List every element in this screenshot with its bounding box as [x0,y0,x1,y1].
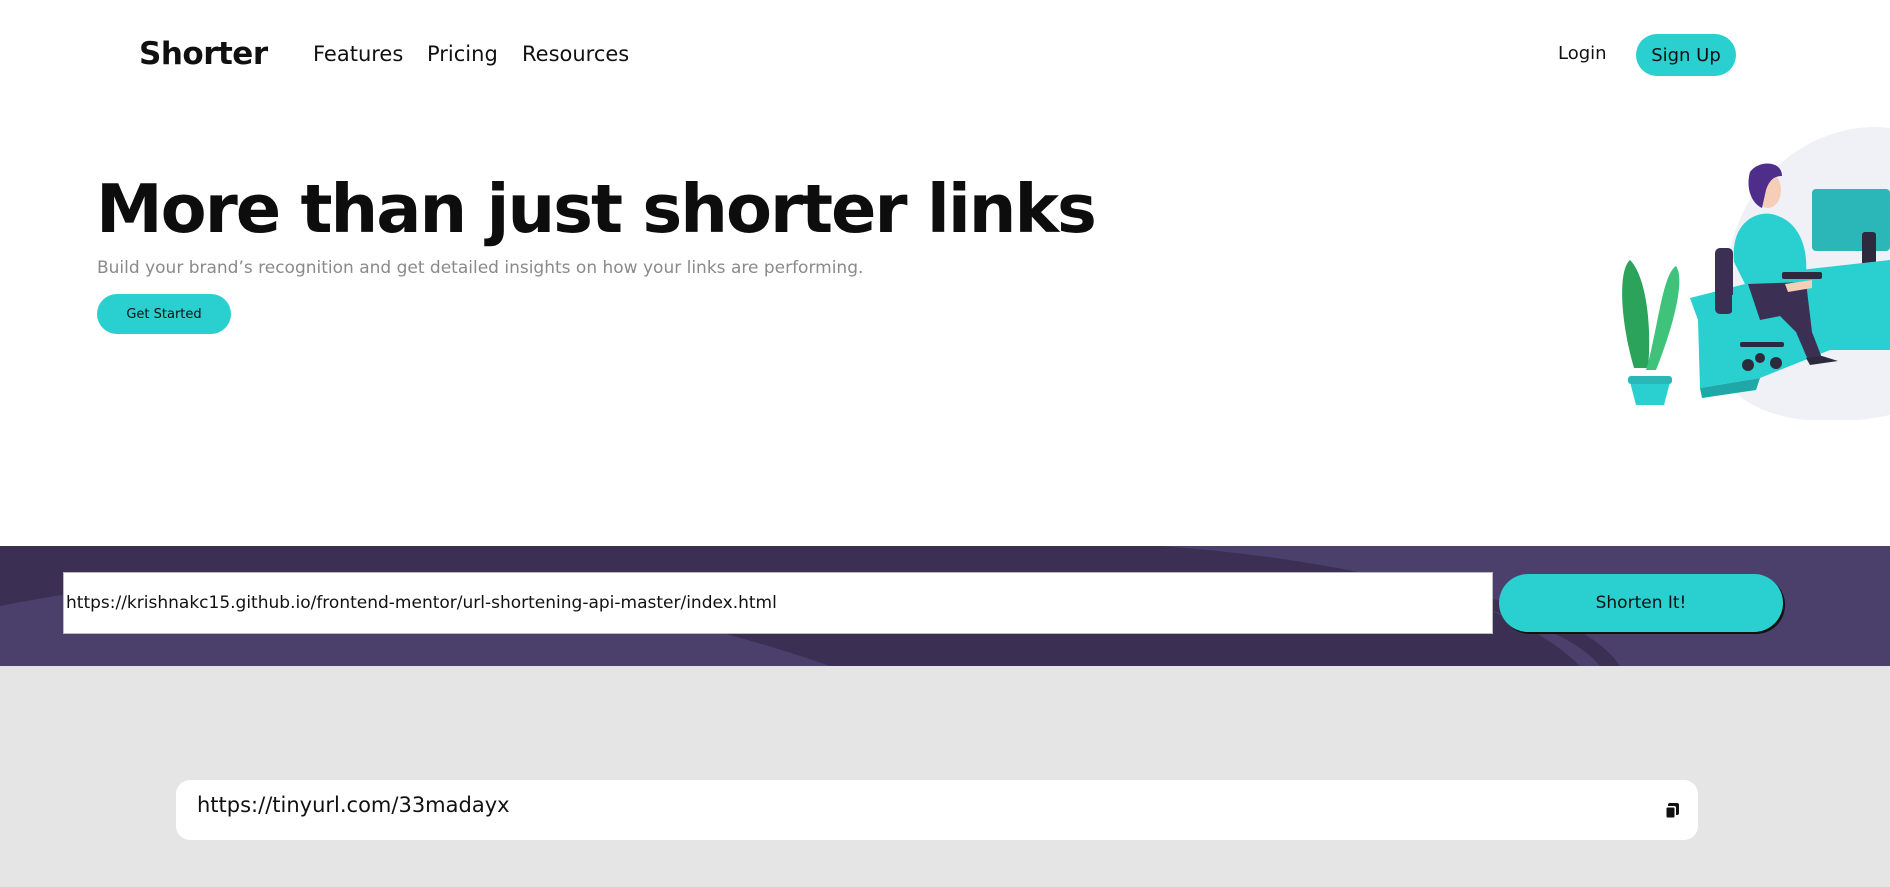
nav-link-pricing[interactable]: Pricing [427,42,498,66]
copy-icon[interactable] [1663,802,1681,820]
login-link[interactable]: Login [1558,43,1607,64]
page: Shorter Features Pricing Resources Login… [0,0,1890,887]
logo[interactable]: Shorter [139,36,268,72]
get-started-button[interactable]: Get Started [97,294,231,334]
signup-button[interactable]: Sign Up [1636,34,1736,76]
nav-link-features[interactable]: Features [313,42,403,66]
short-url[interactable]: https://tinyurl.com/33madayx [197,793,510,817]
url-input[interactable] [63,572,1493,634]
hero-title: More than just shorter links [96,170,1097,248]
shorten-button[interactable]: Shorten It! [1499,574,1783,632]
hero-subtitle: Build your brand’s recognition and get d… [97,258,864,278]
result-card: https://tinyurl.com/33madayx [176,780,1698,840]
nav-link-resources[interactable]: Resources [522,42,629,66]
results-section: https://tinyurl.com/33madayx [0,666,1890,887]
person-working-at-desk-illustration [1622,127,1890,420]
shorten-section: Shorten It! [0,546,1890,666]
